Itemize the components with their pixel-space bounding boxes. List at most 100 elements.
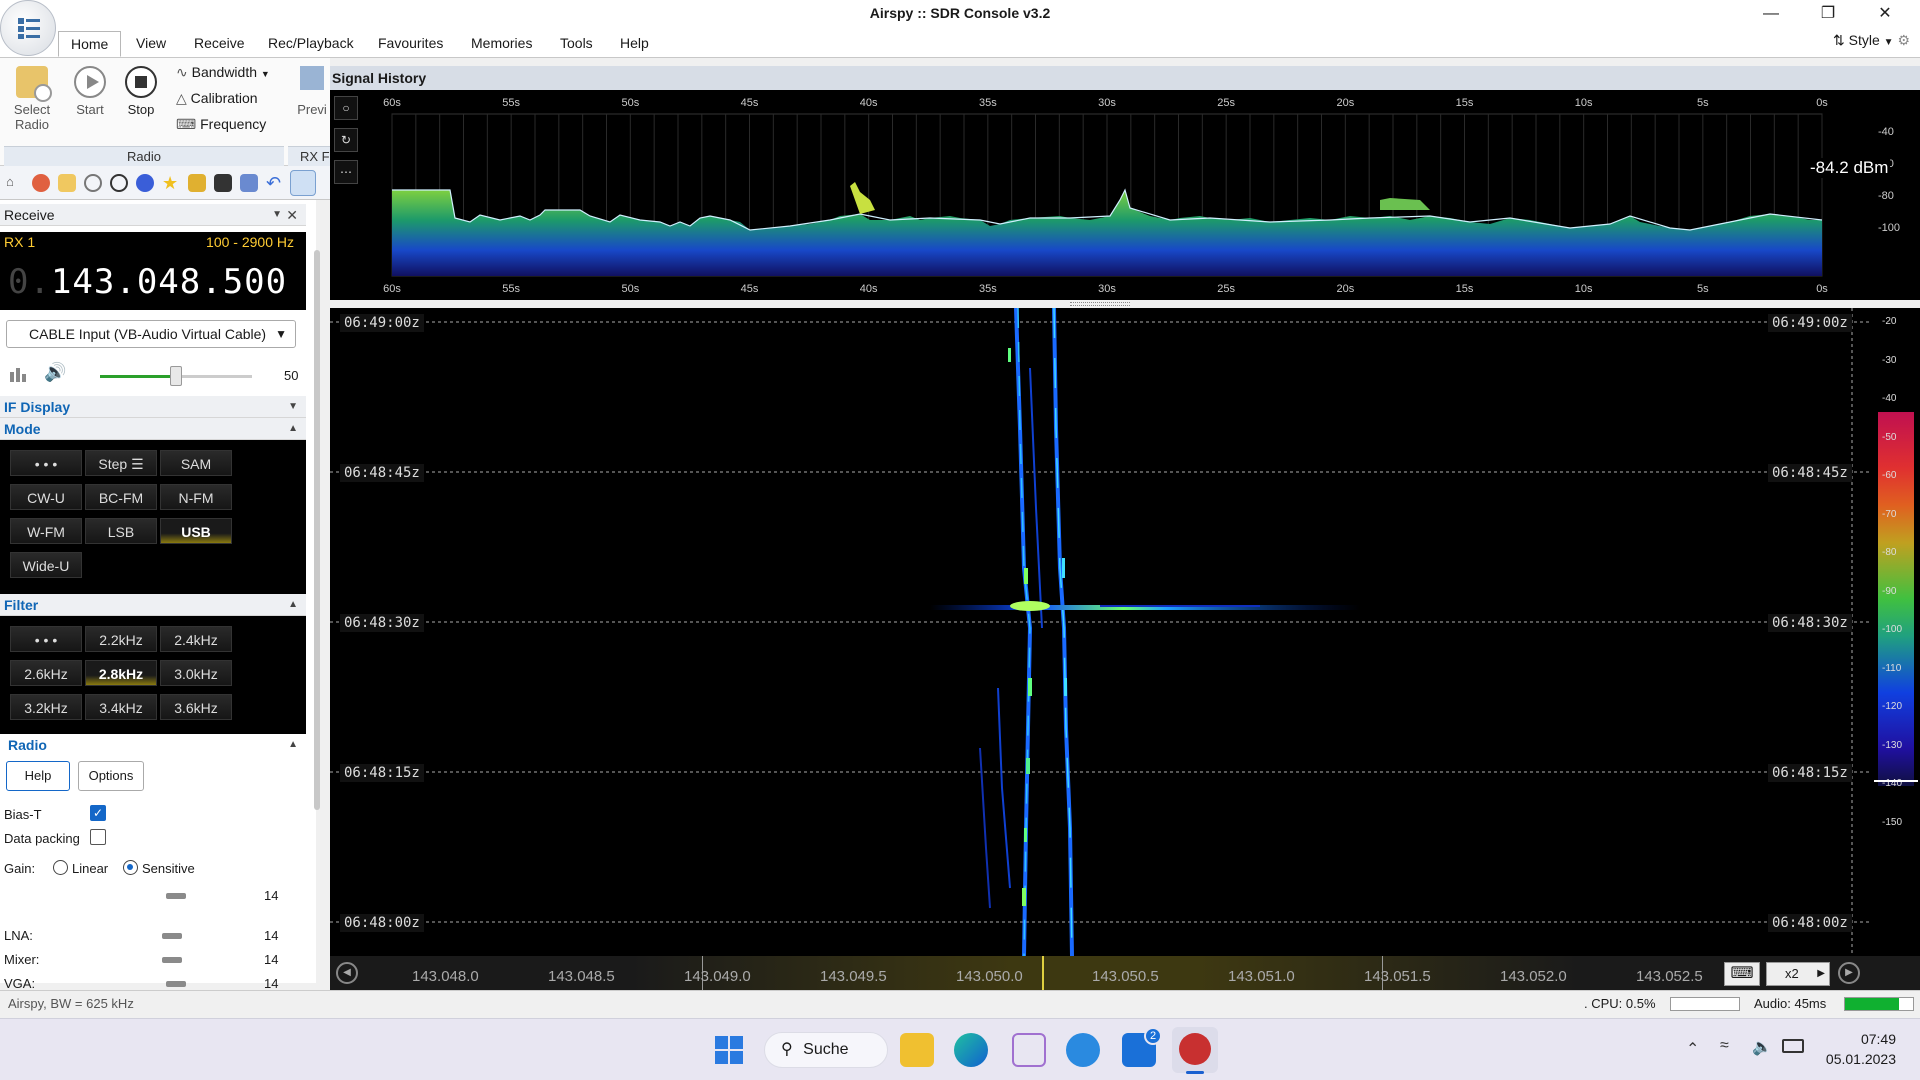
taskbar-search[interactable]: ⚲ Suche (764, 1032, 888, 1068)
stop-button[interactable]: Stop (120, 66, 162, 117)
mode-step-button[interactable]: Step ☰ (85, 450, 157, 476)
gain-sensitive-radio[interactable] (123, 860, 138, 875)
mail-icon[interactable]: 2 (1122, 1027, 1162, 1067)
home-icon[interactable]: ⌂ (6, 174, 24, 192)
stop-icon[interactable] (110, 174, 128, 192)
bandwidth-button[interactable]: ∿ Bandwidth ▼ (176, 64, 270, 81)
folder-icon[interactable] (58, 174, 76, 192)
filter-3-0khz-button[interactable]: 3.0kHz (160, 660, 232, 686)
mode-wideu-button[interactable]: Wide-U (10, 552, 82, 578)
speaker-muted-icon[interactable]: 🔈 (1752, 1037, 1772, 1057)
waterfall-display[interactable]: 06:49:00z 06:48:45z 06:48:30z 06:48:15z … (330, 308, 1870, 956)
level-bars-icon[interactable] (10, 364, 28, 382)
undo-icon[interactable]: ↶ (266, 174, 284, 192)
scroll-left-icon[interactable]: ◀ (336, 962, 358, 984)
mode-usb-button[interactable]: USB (160, 518, 232, 544)
waterfall-scale[interactable]: -20 -30 -40 -50 -60 -70 -80 -90 -100 -110 -120 -130… (1870, 308, 1920, 956)
gear-icon[interactable]: ⚙ (1897, 32, 1910, 48)
tab-help[interactable]: Help (608, 31, 661, 57)
app-wrench-icon[interactable] (1066, 1033, 1100, 1067)
vga-slider[interactable] (166, 981, 186, 987)
filter-2-6khz-button[interactable]: 2.6kHz (10, 660, 82, 686)
camera-icon[interactable] (214, 174, 232, 192)
minimize-button[interactable]: — (1748, 2, 1794, 26)
tab-receive[interactable]: Receive (182, 31, 257, 57)
filter-2-4khz-button[interactable]: 2.4kHz (160, 626, 232, 652)
speaker-icon[interactable]: 🔊 (44, 362, 66, 383)
lifebuoy-icon[interactable] (32, 174, 50, 192)
frequency-readout[interactable]: 0.143.048.500 (8, 262, 287, 302)
mode-sam-button[interactable]: SAM (160, 450, 232, 476)
zoom-select[interactable]: x2 ▶ (1766, 962, 1830, 986)
left-panel-scrollbar[interactable] (314, 250, 320, 810)
battery-icon[interactable] (1782, 1039, 1804, 1053)
bias-t-checkbox[interactable]: ✓ (90, 805, 106, 821)
audio-device-select[interactable]: CABLE Input (VB-Audio Virtual Cable) ▼ (6, 320, 296, 348)
scroll-right-icon[interactable]: ▶ (1838, 962, 1860, 984)
style-menu[interactable]: ⇅ Style ▼ ⚙ (1833, 32, 1910, 49)
close-icon[interactable]: ✕ (286, 204, 298, 226)
sdr-console-taskbar-button[interactable] (1172, 1027, 1218, 1074)
mode-wfm-button[interactable]: W-FM (10, 518, 82, 544)
record-icon[interactable] (136, 174, 154, 192)
filter-2-8khz-button[interactable]: 2.8kHz (85, 660, 157, 686)
mode-lsb-button[interactable]: LSB (85, 518, 157, 544)
splitter-grip[interactable] (1070, 302, 1130, 306)
radio-help-button[interactable]: Help (6, 761, 70, 791)
keyboard-icon[interactable]: ⌨ (1724, 962, 1760, 986)
chevron-up-icon[interactable]: ⌃ (1686, 1039, 1699, 1059)
filter-header[interactable]: Filter ▲ (0, 594, 306, 616)
volume-thumb[interactable] (170, 366, 182, 386)
antenna-icon[interactable] (240, 174, 258, 192)
clock-date[interactable]: 05.01.2023 (1816, 1051, 1896, 1067)
mode-more-button[interactable]: • • • (10, 450, 82, 476)
tab-favourites[interactable]: Favourites (366, 31, 455, 57)
tab-home[interactable]: Home (58, 31, 122, 57)
tab-tools[interactable]: Tools (548, 31, 605, 57)
tab-rec-playback[interactable]: Rec/Playback (256, 31, 366, 57)
filter-3-6khz-button[interactable]: 3.6kHz (160, 694, 232, 720)
edge-browser-icon[interactable] (954, 1033, 988, 1067)
radio-header[interactable]: Radio ▲ (0, 734, 306, 756)
chart-icon[interactable] (290, 170, 316, 196)
data-packing-checkbox[interactable] (90, 829, 106, 845)
frequency-button[interactable]: ⌨ Frequency (176, 116, 266, 133)
chevron-down-icon[interactable]: ▼ (272, 204, 282, 226)
gain-slider[interactable] (166, 893, 186, 899)
filter-3-2khz-button[interactable]: 3.2kHz (10, 694, 82, 720)
restore-button[interactable]: ❐ (1805, 2, 1851, 26)
refresh-icon[interactable]: ↻ (334, 128, 358, 152)
mode-header[interactable]: Mode ▲ (0, 418, 306, 440)
radio-options-button[interactable]: Options (78, 761, 144, 791)
preview-button[interactable]: Previ (292, 66, 332, 117)
calibration-button[interactable]: △ Calibration (176, 90, 258, 107)
wifi-icon[interactable]: ≈ (1720, 1037, 1729, 1055)
tuning-marker[interactable] (1042, 956, 1044, 990)
star-icon[interactable]: ★ (162, 174, 180, 192)
windows-start-icon[interactable] (712, 1033, 746, 1067)
mode-bcfm-button[interactable]: BC-FM (85, 484, 157, 510)
if-display-header[interactable]: IF Display ▼ (0, 396, 306, 418)
tab-memories[interactable]: Memories (459, 31, 544, 57)
frequency-display[interactable]: RX 1 100 - 2900 Hz 0.143.048.500 (0, 232, 306, 310)
lna-slider[interactable] (162, 933, 182, 939)
tab-view[interactable]: View (124, 31, 178, 57)
snipping-tool-icon[interactable] (1012, 1033, 1046, 1067)
more-icon[interactable]: ⋯ (334, 160, 358, 184)
record-circle-icon[interactable]: ○ (334, 96, 358, 120)
lock-icon[interactable] (188, 174, 206, 192)
select-radio-button[interactable]: Select Radio (10, 66, 54, 132)
filter-2-2khz-button[interactable]: 2.2kHz (85, 626, 157, 652)
clock-time[interactable]: 07:49 (1826, 1031, 1896, 1047)
app-menu-button[interactable] (0, 0, 56, 56)
gain-linear-radio[interactable] (53, 860, 68, 875)
frequency-axis[interactable]: ◀ 143.048.0 143.048.5 143.049.0 143.049.5 14… (330, 956, 1920, 990)
scale-marker[interactable] (1874, 780, 1918, 782)
play-icon[interactable] (84, 174, 102, 192)
mode-cwu-button[interactable]: CW-U (10, 484, 82, 510)
volume-slider[interactable] (100, 366, 252, 386)
filter-3-4khz-button[interactable]: 3.4kHz (85, 694, 157, 720)
start-button[interactable]: Start (70, 66, 110, 117)
mixer-slider[interactable] (162, 957, 182, 963)
close-button[interactable]: ✕ (1862, 2, 1908, 26)
